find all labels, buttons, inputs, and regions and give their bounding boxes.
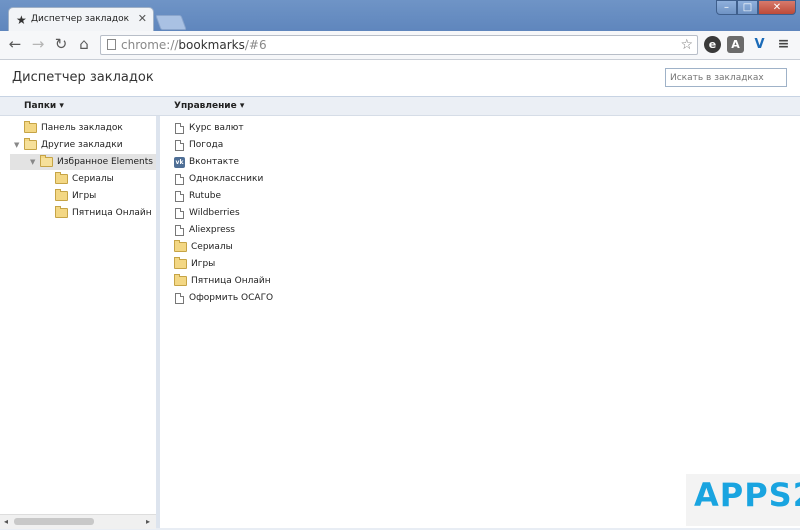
list-item-label: Пятница Онлайн [191, 276, 271, 286]
bookmark-list: Курс валют Погода vk Вконтакте Однокласс… [160, 116, 800, 528]
folder-open-icon [24, 138, 37, 150]
elements-extension-icon[interactable]: e [704, 36, 721, 53]
folder-icon [55, 189, 68, 201]
page-header: Диспетчер закладок [0, 60, 800, 97]
list-item-label: Wildberries [189, 208, 240, 218]
folder-icon [174, 257, 187, 269]
watermark-text: APPS24 [694, 476, 800, 514]
manage-menu-label: Управление [174, 101, 237, 111]
reload-icon[interactable]: ↻ [52, 35, 70, 53]
list-item[interactable]: Пятница Онлайн [174, 273, 271, 289]
bookmark-star-icon[interactable]: ☆ [680, 37, 693, 53]
list-item[interactable]: Одноклассники [175, 171, 263, 187]
scrollbar-thumb[interactable] [14, 518, 94, 525]
tree-item-label: Игры [72, 191, 97, 201]
list-item[interactable]: Оформить ОСАГО [175, 290, 273, 306]
browser-toolbar: ← → ↻ ⌂ chrome://bookmarks/#6 ☆ e A V ≡ [0, 31, 800, 60]
browser-tab[interactable]: ★ Диспетчер закладок ✕ [8, 7, 154, 31]
folder-icon [55, 206, 68, 218]
list-item-label: Погода [189, 140, 224, 150]
expand-arrow-icon[interactable]: ▼ [30, 158, 35, 166]
folders-menu-button[interactable]: Папки ▾ [24, 101, 64, 111]
tree-item-label: Панель закладок [41, 123, 123, 133]
page-icon [175, 207, 184, 219]
tree-item[interactable]: Игры [55, 188, 96, 204]
menu-bar: Папки ▾ Управление ▾ [0, 97, 800, 116]
scroll-right-icon[interactable]: ▸ [146, 517, 150, 526]
forward-arrow-icon[interactable]: → [29, 35, 47, 53]
list-item[interactable]: Aliexpress [175, 222, 235, 238]
window-controls: – □ ✕ [716, 0, 796, 17]
chevron-down-icon: ▾ [239, 101, 245, 111]
list-item-label: Rutube [189, 191, 222, 201]
tree-item-label: Избранное Elements Bro [57, 157, 156, 167]
url-host: bookmarks [178, 38, 245, 52]
chevron-down-icon: ▾ [59, 101, 64, 111]
list-item[interactable]: Rutube [175, 188, 221, 204]
url-path: /#6 [244, 38, 267, 52]
list-item-label: Одноклассники [189, 174, 264, 184]
expand-arrow-icon[interactable]: ▼ [14, 141, 19, 149]
tree-item-label: Другие закладки [41, 140, 123, 150]
list-item[interactable]: Погода [175, 137, 223, 153]
page-icon [175, 190, 184, 202]
folders-menu-label: Папки [24, 101, 57, 111]
page-icon [175, 122, 184, 134]
menu-icon[interactable]: ≡ [775, 36, 792, 53]
tree-item[interactable]: Пятница Онлайн [55, 205, 152, 221]
vk-icon: vk [174, 156, 185, 168]
tree-item-label: Сериалы [72, 174, 114, 184]
list-item[interactable]: vk Вконтакте [174, 154, 239, 170]
address-bar[interactable]: chrome://bookmarks/#6 ☆ [100, 35, 698, 55]
apps24-watermark-logo: APPS24 [686, 474, 800, 526]
manage-menu-button[interactable]: Управление ▾ [174, 101, 244, 111]
list-item[interactable]: Сериалы [174, 239, 233, 255]
list-item[interactable]: Игры [174, 256, 215, 272]
home-icon[interactable]: ⌂ [75, 35, 93, 53]
tree-item[interactable]: Сериалы [55, 171, 114, 187]
list-item-label: Оформить ОСАГО [189, 293, 274, 303]
folder-icon [174, 274, 187, 286]
folder-icon [24, 121, 37, 133]
close-tab-icon[interactable]: ✕ [138, 12, 147, 25]
page-icon [175, 224, 184, 236]
translate-extension-icon[interactable]: A [727, 36, 744, 53]
page-icon [175, 139, 184, 151]
list-item-label: Сериалы [191, 242, 233, 252]
page-icon [107, 39, 116, 50]
page-title: Диспетчер закладок [12, 70, 154, 85]
tree-item[interactable]: Панель закладок [24, 120, 123, 136]
folder-tree: Панель закладок ▼ Другие закладки Избран… [0, 116, 156, 528]
page-icon [175, 173, 184, 185]
list-item-label: Курс валют [189, 123, 244, 133]
list-item[interactable]: Курс валют [175, 120, 244, 136]
tree-item[interactable]: Другие закладки [24, 137, 123, 153]
tab-title: Диспетчер закладок [31, 14, 130, 24]
horizontal-scrollbar[interactable]: ◂ ▸ [0, 514, 156, 529]
list-item[interactable]: Wildberries [175, 205, 240, 221]
star-icon: ★ [16, 13, 27, 27]
list-item-label: Aliexpress [189, 225, 235, 235]
url-text: chrome://bookmarks/#6 [121, 38, 267, 52]
search-input[interactable] [665, 68, 787, 87]
folder-open-icon [40, 155, 53, 167]
scroll-left-icon[interactable]: ◂ [4, 517, 8, 526]
page-icon [175, 292, 184, 304]
folder-icon [55, 172, 68, 184]
list-item-label: Игры [191, 259, 216, 269]
new-tab-button[interactable] [155, 15, 187, 30]
title-bar: ★ Диспетчер закладок ✕ – □ ✕ [0, 0, 800, 31]
list-item-label: Вконтакте [189, 157, 239, 167]
url-scheme: chrome:// [121, 38, 179, 52]
tree-item-label: Пятница Онлайн [72, 208, 152, 218]
v-extension-icon[interactable]: V [751, 36, 768, 53]
folder-icon [174, 240, 187, 252]
maximize-button[interactable]: □ [737, 0, 758, 15]
close-window-button[interactable]: ✕ [758, 0, 796, 15]
minimize-button[interactable]: – [716, 0, 737, 15]
back-arrow-icon[interactable]: ← [6, 35, 24, 53]
